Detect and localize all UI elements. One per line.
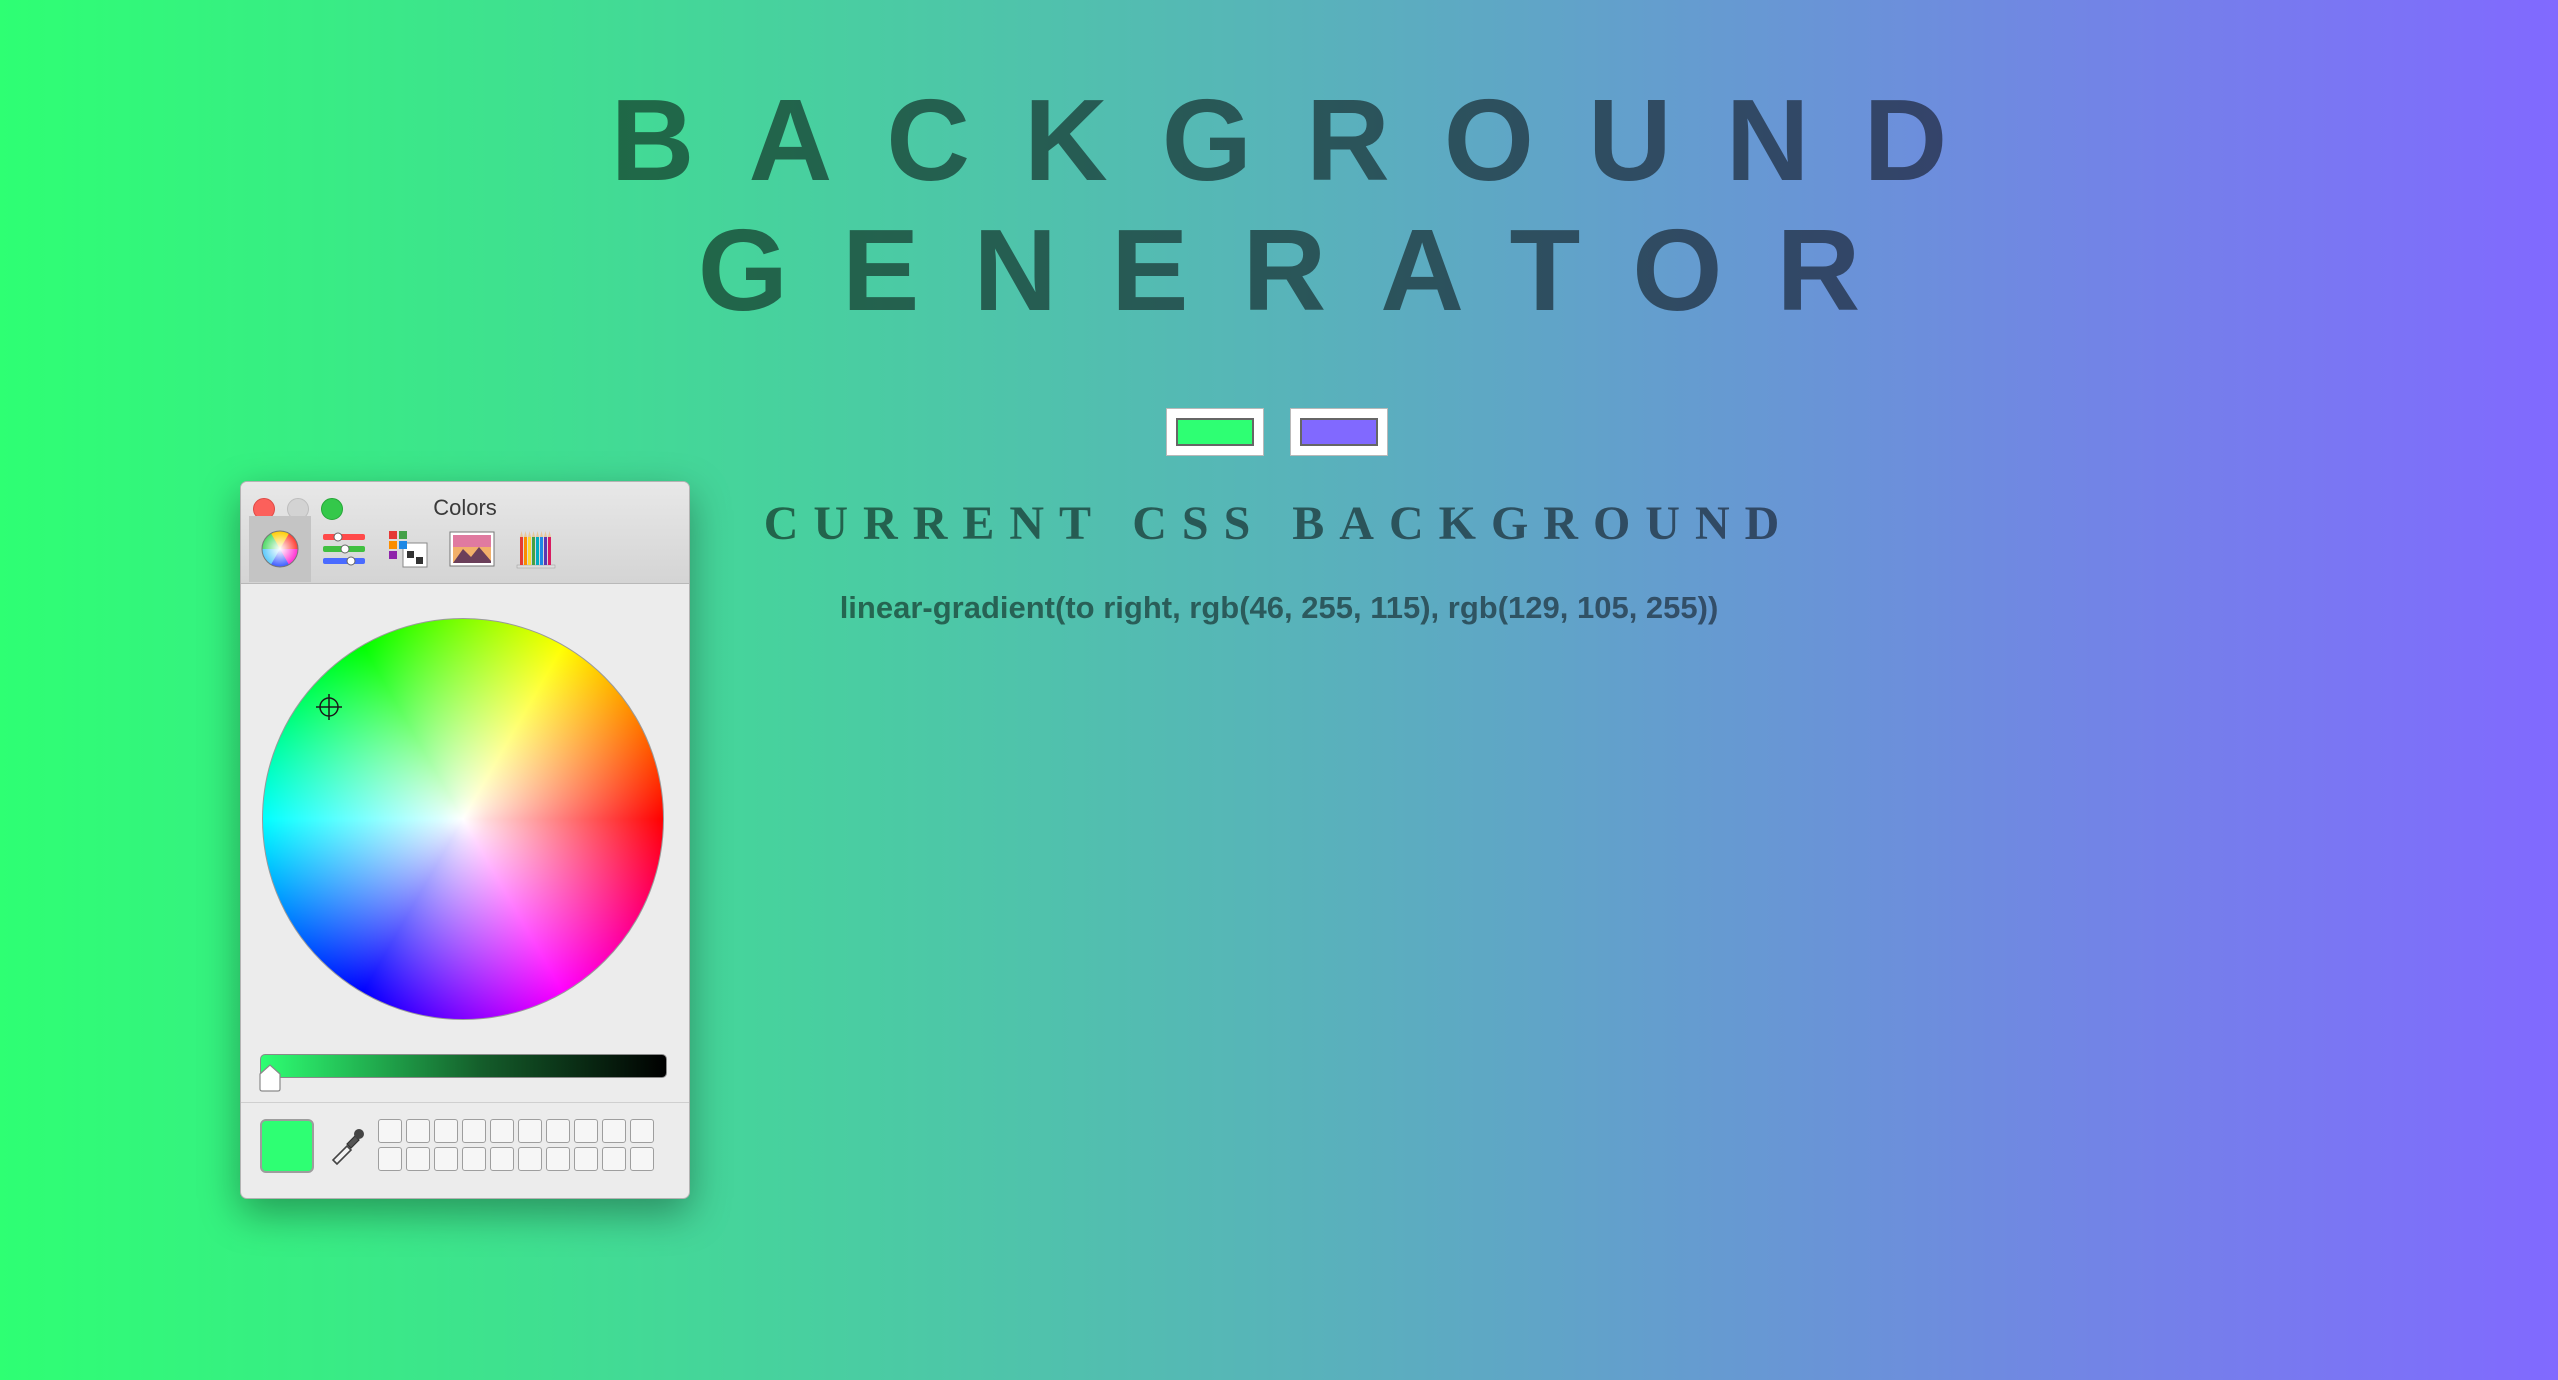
title-line-background: BACKGROUND	[610, 75, 2002, 205]
tab-color-sliders[interactable]	[313, 516, 375, 582]
panel-divider	[241, 1102, 689, 1103]
swatch-cell[interactable]	[518, 1147, 542, 1171]
swatch-cell[interactable]	[546, 1119, 570, 1143]
image-palettes-icon	[449, 531, 495, 567]
swatch-cell[interactable]	[546, 1147, 570, 1171]
swatch-cell[interactable]	[574, 1147, 598, 1171]
swatch-cell[interactable]	[434, 1119, 458, 1143]
pencils-icon	[516, 531, 556, 569]
swatch-cell[interactable]	[630, 1119, 654, 1143]
color-palettes-icon	[389, 531, 428, 568]
title-line-generator: GENERATOR	[697, 205, 1915, 335]
brightness-slider[interactable]	[260, 1054, 667, 1078]
current-color-well[interactable]	[260, 1119, 314, 1173]
tab-image-palettes[interactable]	[441, 516, 503, 582]
swatch-cell[interactable]	[406, 1119, 430, 1143]
eyedropper-icon[interactable]	[329, 1126, 367, 1166]
swatch-cell[interactable]	[406, 1147, 430, 1171]
swatch-cell[interactable]	[574, 1119, 598, 1143]
swatch-cell[interactable]	[630, 1147, 654, 1171]
swatch-cell[interactable]	[490, 1147, 514, 1171]
colors-panel-titlebar[interactable]: Colors	[241, 482, 689, 584]
tab-pencils[interactable]	[505, 516, 567, 582]
swatch-cell[interactable]	[378, 1119, 402, 1143]
color-wheel-icon	[261, 530, 299, 568]
swatch-cell[interactable]	[490, 1119, 514, 1143]
swatch-cell[interactable]	[434, 1147, 458, 1171]
saved-swatches-grid[interactable]	[378, 1119, 654, 1171]
swatch-cell[interactable]	[378, 1147, 402, 1171]
color-wheel[interactable]	[262, 618, 664, 1020]
colors-panel-window[interactable]: Colors	[240, 481, 690, 1199]
swatch-cell[interactable]	[602, 1147, 626, 1171]
slider-knob-icon[interactable]	[257, 1064, 283, 1092]
swatch-cell[interactable]	[602, 1119, 626, 1143]
tab-color-wheel[interactable]	[249, 516, 311, 582]
color-input-end-fill	[1300, 418, 1378, 446]
swatch-cell[interactable]	[462, 1147, 486, 1171]
color-input-start[interactable]	[1166, 408, 1264, 456]
tab-color-palettes[interactable]	[377, 516, 439, 582]
color-input-start-fill	[1176, 418, 1254, 446]
color-sliders-icon	[323, 532, 365, 566]
swatch-cell[interactable]	[462, 1119, 486, 1143]
color-input-end[interactable]	[1290, 408, 1388, 456]
swatch-cell[interactable]	[518, 1119, 542, 1143]
